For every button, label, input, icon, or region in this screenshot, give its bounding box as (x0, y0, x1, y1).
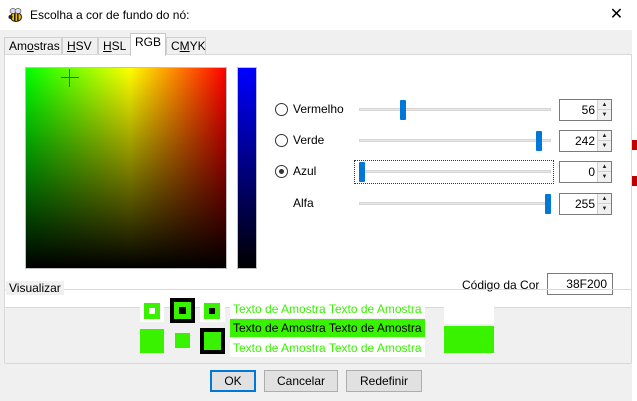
slider-thumb-red[interactable] (399, 100, 406, 120)
tab-amostras[interactable]: Amostras (4, 37, 62, 55)
spinner-red[interactable]: 56 ▲ ▼ (559, 99, 612, 121)
tab-cmyk[interactable]: CMYK (166, 37, 206, 55)
sample-text-on-color: Texto de Amostra Texto de Amostra (230, 319, 425, 337)
cancel-button[interactable]: Cancelar (264, 370, 338, 392)
window-title: Escolha a cor de fundo do nó: (30, 8, 190, 22)
swatch-white-dot (149, 308, 155, 314)
preview-white-block (444, 298, 494, 324)
crosshair-cursor[interactable] (61, 69, 79, 87)
radio-green[interactable] (275, 134, 288, 147)
slider-track-green[interactable] (359, 139, 551, 142)
slider-thumb-alpha[interactable] (545, 194, 551, 214)
swatch-black-dot (179, 307, 186, 314)
spin-up-alpha[interactable]: ▲ (598, 194, 611, 204)
spin-up-green[interactable]: ▲ (598, 131, 611, 141)
background-edge-mark-2 (632, 176, 637, 186)
dialog-body: Amostras HSV HSL RGB CMYK Vermelho 56 ▲ … (0, 30, 637, 401)
channel-row-green: Verde 242 ▲ ▼ (271, 129, 612, 153)
spin-down-green[interactable]: ▼ (598, 141, 611, 151)
value-alpha[interactable]: 255 (575, 197, 595, 211)
value-blue[interactable]: 0 (588, 165, 595, 179)
spin-up-blue[interactable]: ▲ (598, 162, 611, 172)
slider-track-red[interactable] (359, 108, 551, 111)
value-red[interactable]: 56 (582, 103, 595, 117)
label-alpha: Alfa (293, 196, 314, 210)
sample-text-on-white: Texto de Amostra Texto de Amostra (230, 300, 425, 318)
label-blue: Azul (293, 164, 317, 178)
channel-row-blue: Azul 0 ▲ ▼ (271, 160, 612, 184)
close-button[interactable]: ✕ (596, 0, 637, 30)
slider-thumb-green[interactable] (535, 131, 542, 151)
value-green[interactable]: 242 (575, 134, 595, 148)
bee-icon (8, 8, 22, 22)
label-red: Vermelho (293, 102, 344, 116)
slider-track-alpha[interactable] (359, 202, 551, 205)
preview-legend: Visualizar (6, 281, 64, 295)
swatch-color-framed-2 (204, 332, 221, 350)
spin-down-red[interactable]: ▼ (598, 110, 611, 120)
radio-blue[interactable] (275, 165, 288, 178)
slider-thumb-blue[interactable] (359, 162, 365, 182)
background-window-edge (632, 30, 637, 401)
channel-row-alpha: Alfa 255 ▲ ▼ (271, 192, 612, 216)
label-green: Verde (293, 133, 325, 147)
tab-rgb[interactable]: RGB (130, 33, 166, 56)
swatch-color-medium (175, 333, 190, 348)
swatch-color-large (140, 329, 164, 353)
spinner-green[interactable]: 242 ▲ ▼ (559, 130, 612, 152)
preview-color-block (444, 326, 494, 353)
tab-hsv[interactable]: HSV (62, 37, 98, 55)
spin-down-alpha[interactable]: ▼ (598, 204, 611, 214)
spin-down-blue[interactable]: ▼ (598, 172, 611, 182)
sample-text-on-white-2: Texto de Amostra Texto de Amostra (230, 339, 425, 357)
ok-button[interactable]: OK (210, 370, 256, 392)
close-icon: ✕ (609, 6, 624, 23)
slider-track-blue[interactable] (359, 170, 551, 173)
rgb-panel: Vermelho 56 ▲ ▼ Verde 242 ▲ ▼ Azul 0 ▲ ▼… (4, 54, 632, 308)
color-field[interactable] (25, 67, 227, 269)
title-bar: Escolha a cor de fundo do nó: ✕ (0, 0, 637, 30)
tab-hsl[interactable]: HSL (98, 37, 131, 55)
reset-button[interactable]: Redefinir (346, 370, 422, 392)
spin-up-red[interactable]: ▲ (598, 100, 611, 110)
channel-row-red: Vermelho 56 ▲ ▼ (271, 98, 612, 122)
spinner-alpha[interactable]: 255 ▲ ▼ (559, 193, 612, 215)
radio-red[interactable] (275, 103, 288, 116)
swatch-black-dot-2 (209, 308, 215, 314)
background-edge-mark (632, 140, 637, 150)
blue-channel-strip[interactable] (237, 67, 257, 269)
spinner-blue[interactable]: 0 ▲ ▼ (559, 161, 612, 183)
